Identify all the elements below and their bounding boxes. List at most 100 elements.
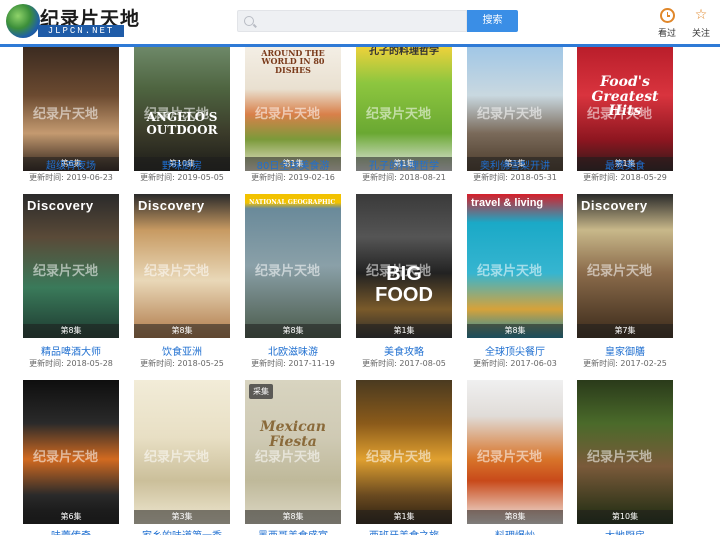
update-date-value: 2019-02-16 xyxy=(288,173,335,182)
documentary-title-link[interactable]: 家乡的味道第一季 xyxy=(124,527,240,535)
documentary-title-link[interactable]: 味蕾传奇 xyxy=(13,527,129,535)
search-input[interactable] xyxy=(258,13,462,31)
poster-image[interactable]: AROUND THE WORLD IN 80 DISHES 纪录片天地 第1集 xyxy=(245,47,341,171)
update-date-value: 2017-08-05 xyxy=(399,359,446,368)
poster-image[interactable]: ANGELO'S OUTDOOR 纪录片天地 第10集 xyxy=(134,47,230,171)
poster-image[interactable]: 纪录片天地 第6集 xyxy=(23,47,119,171)
poster-image[interactable]: 纪录片天地 第1集 xyxy=(467,47,563,171)
update-date: 更新时间: 2018-05-25 xyxy=(122,358,242,369)
documentary-title-link[interactable]: 皇家御膳 xyxy=(567,343,683,358)
watermark: 纪录片天地 xyxy=(587,450,653,466)
poster-image[interactable]: BIG FOOD 纪录片天地 第1集 xyxy=(356,194,452,338)
poster-title: NATIONAL GEOGRAPHIC xyxy=(249,199,336,206)
poster-image[interactable]: 纪录片天地 第1集 xyxy=(356,380,452,524)
star-icon: ☆ xyxy=(694,7,708,23)
poster-image[interactable]: Food's Greatest Hits 纪录片天地 第1集 xyxy=(577,47,673,171)
episode-label: 第8集 xyxy=(467,324,563,338)
watermark: 纪录片天地 xyxy=(587,106,653,122)
poster-image[interactable]: 纪录片天地第3集 xyxy=(134,380,230,524)
update-date-label: 更新时间: xyxy=(140,359,175,368)
update-date-label: 更新时间: xyxy=(583,173,618,182)
watermark: 纪录片天地 xyxy=(144,450,210,466)
poster-image[interactable]: travel & living 纪录片天地 第8集 xyxy=(467,194,563,338)
channel-logo: Discovery xyxy=(581,198,648,213)
poster-image[interactable]: 孔子的料理哲学 纪录片天地 第1集 xyxy=(356,47,452,171)
episode-label: 第8集 xyxy=(245,510,341,524)
poster-image[interactable]: Discovery 纪录片天地第8集 xyxy=(23,194,119,338)
documentary-title-link[interactable]: 最赞美食 xyxy=(567,157,683,172)
globe-logo-icon xyxy=(6,4,40,38)
poster-title: Mexican Fiesta xyxy=(260,419,326,450)
poster-title: travel & living xyxy=(471,197,544,209)
update-date-label: 更新时间: xyxy=(473,359,508,368)
documentary-title-link[interactable]: 80日全球美食游 xyxy=(235,157,351,172)
documentary-title-link[interactable]: 西班牙美食之旅 xyxy=(346,527,462,535)
documentary-title-link[interactable]: 野味厨房 xyxy=(124,157,240,172)
update-date: 更新时间: 2019-06-23 xyxy=(11,172,131,183)
update-date-value: 2018-05-25 xyxy=(177,359,224,368)
documentary-title-link[interactable]: 精品啤酒大师 xyxy=(13,343,129,358)
update-date: 更新时间: 2018-05-28 xyxy=(11,358,131,369)
episode-label: 第8集 xyxy=(23,324,119,338)
update-date: 更新时间: 2017-02-25 xyxy=(565,358,685,369)
documentary-title-link[interactable]: 大地厨房 xyxy=(567,527,683,535)
update-date-label: 更新时间: xyxy=(140,173,175,182)
documentary-title-link[interactable]: 孔子的料理哲学 xyxy=(346,157,462,172)
update-date-label: 更新时间: xyxy=(251,359,286,368)
update-date: 更新时间: 2017-08-05 xyxy=(344,358,464,369)
watermark: 纪录片天地 xyxy=(255,106,321,122)
channel-logo: Discovery xyxy=(27,198,94,213)
episode-label: 第8集 xyxy=(134,324,230,338)
watermark: 纪录片天地 xyxy=(366,450,432,466)
documentary-grid: 纪录片天地 第6集 超级宵夜场 更新时间: 2019-06-23 ANGELO'S OU… xyxy=(0,47,720,535)
watermark: 纪录片天地 xyxy=(144,106,210,122)
documentary-title-link[interactable]: 北欧滋味游 xyxy=(235,343,351,358)
episode-label: 第3集 xyxy=(134,510,230,524)
update-date: 更新时间: 2018-05-29 xyxy=(565,172,685,183)
poster-image[interactable]: Mexican Fiesta 采集 纪录片天地 第8集 xyxy=(245,380,341,524)
update-date: 更新时间: 2019-02-16 xyxy=(233,172,353,183)
documentary-title-link[interactable]: 料理爆炒 xyxy=(457,527,573,535)
episode-label: 第8集 xyxy=(467,510,563,524)
watermark: 纪录片天地 xyxy=(477,106,543,122)
search-button[interactable]: 搜索 xyxy=(467,10,518,32)
update-date-label: 更新时间: xyxy=(583,359,618,368)
poster-image[interactable]: 纪录片天地 第6集 xyxy=(23,380,119,524)
update-date-label: 更新时间: xyxy=(29,359,64,368)
history-label: 看过 xyxy=(657,29,676,39)
update-date-label: 更新时间: xyxy=(362,359,397,368)
poster-image[interactable]: Discovery 纪录片天地 第7集 xyxy=(577,194,673,338)
site-logo[interactable]: 纪录片天地 JLPCN.NET xyxy=(6,4,139,38)
documentary-title-link[interactable]: 饮食亚洲 xyxy=(124,343,240,358)
update-date-value: 2017-06-03 xyxy=(510,359,557,368)
update-date-value: 2017-02-25 xyxy=(620,359,667,368)
documentary-title-link[interactable]: 超级宵夜场 xyxy=(13,157,129,172)
poster-image[interactable]: 纪录片天地 第8集 xyxy=(467,380,563,524)
documentary-title-link[interactable]: 全球顶尖餐厅 xyxy=(457,343,573,358)
watermark: 纪录片天地 xyxy=(33,264,99,280)
update-date: 更新时间: 2018-08-21 xyxy=(344,172,464,183)
update-date: 更新时间: 2017-11-19 xyxy=(233,358,353,369)
update-date-value: 2017-11-19 xyxy=(288,359,335,368)
history-button[interactable]: 看过 xyxy=(652,7,682,39)
episode-label: 第1集 xyxy=(356,324,452,338)
poster-image[interactable]: 纪录片天地 第10集 xyxy=(577,380,673,524)
documentary-title-link[interactable]: 奥利佛雪梨开讲 xyxy=(457,157,573,172)
poster-image[interactable]: NATIONAL GEOGRAPHIC 纪录片天地第8集 xyxy=(245,194,341,338)
watermark: 纪录片天地 xyxy=(255,264,321,280)
watermark: 纪录片天地 xyxy=(255,450,321,466)
episode-label: 第8集 xyxy=(245,324,341,338)
poster-image[interactable]: Discovery 纪录片天地 第8集 xyxy=(134,194,230,338)
documentary-title-link[interactable]: 美食攻略 xyxy=(346,343,462,358)
episode-label: 第6集 xyxy=(23,510,119,524)
poster-title: 孔子的料理哲学 xyxy=(369,47,439,57)
search-box[interactable] xyxy=(237,10,467,32)
update-date: 更新时间: 2019-05-05 xyxy=(122,172,242,183)
documentary-title-link[interactable]: 墨西哥美食盛宴 xyxy=(235,527,351,535)
watermark: 纪录片天地 xyxy=(366,106,432,122)
follow-button[interactable]: ☆ 关注 xyxy=(686,7,716,39)
episode-label: 第7集 xyxy=(577,324,673,338)
clock-icon xyxy=(659,8,675,23)
watermark: 纪录片天地 xyxy=(33,106,99,122)
search-icon xyxy=(244,16,254,26)
